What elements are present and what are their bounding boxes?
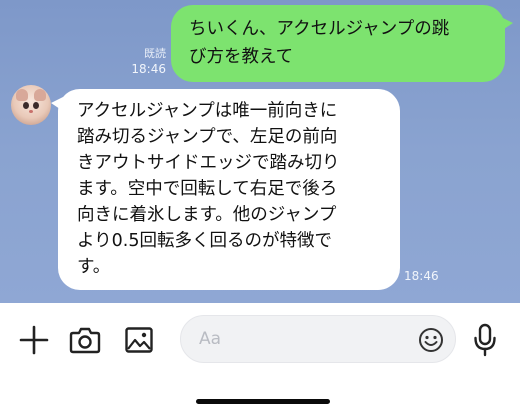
microphone-icon[interactable] <box>468 323 502 357</box>
message-text-field[interactable] <box>180 315 456 363</box>
emoji-icon[interactable] <box>418 327 444 353</box>
read-receipt-label: 既読 <box>144 47 166 60</box>
outgoing-message-bubble[interactable]: ちいくん、アクセルジャンプの跳 び方を教えて <box>171 5 513 82</box>
camera-icon[interactable] <box>68 323 102 357</box>
chat-area: 既読 18:46 ちいくん、アクセルジャンプの跳 び方を教えて アクセルジャンプ… <box>0 0 520 303</box>
bear-avatar-icon[interactable] <box>11 85 51 125</box>
image-icon[interactable] <box>122 323 156 357</box>
message-input[interactable] <box>199 326 399 352</box>
incoming-message-bubble[interactable]: アクセルジャンプは唯一前向きに 踏み切るジャンプで、左足の前向 きアウトサイドエ… <box>51 89 400 290</box>
plus-icon[interactable] <box>17 323 51 357</box>
home-indicator[interactable] <box>196 399 330 404</box>
incoming-timestamp: 18:46 <box>404 269 439 283</box>
outgoing-message-text: ちいくん、アクセルジャンプの跳 び方を教えて <box>189 19 450 67</box>
message-input-bar <box>0 303 520 381</box>
incoming-message-text: アクセルジャンプは唯一前向きに 踏み切るジャンプで、左足の前向 きアウトサイドエ… <box>77 101 340 277</box>
outgoing-timestamp: 18:46 <box>131 62 166 76</box>
